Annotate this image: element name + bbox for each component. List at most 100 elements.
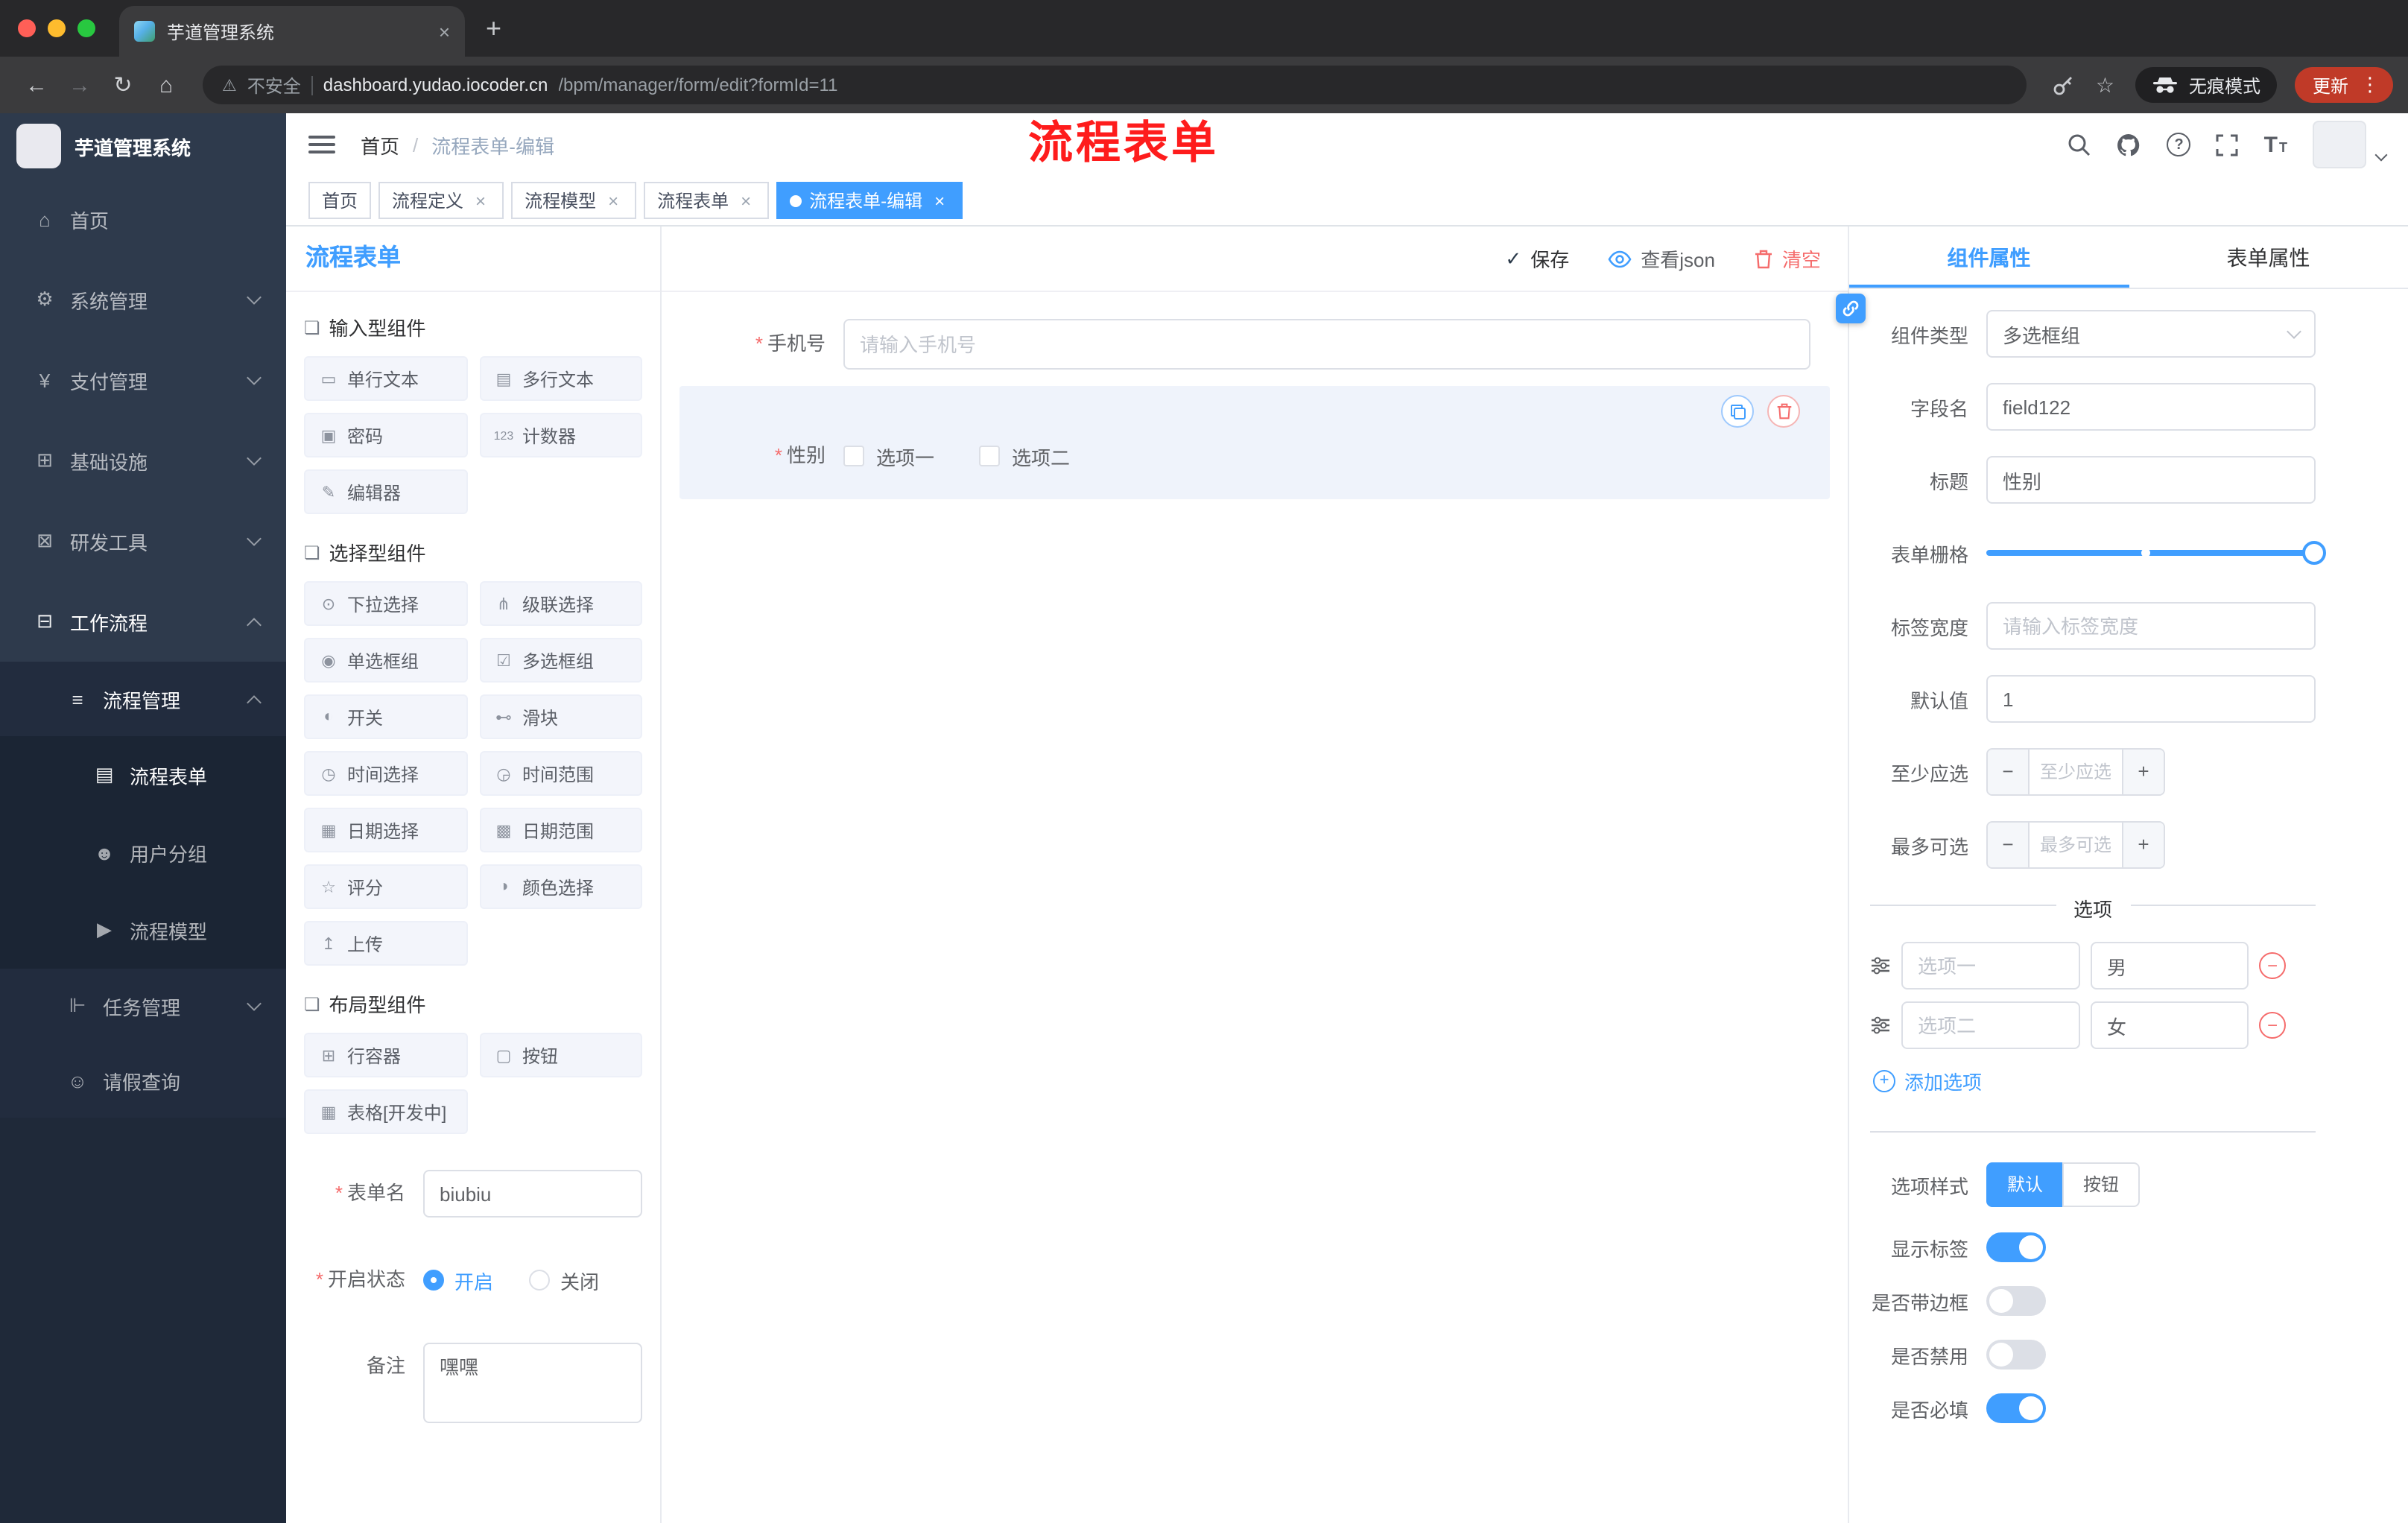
form-remark-textarea[interactable]: 嘿嘿 bbox=[423, 1343, 642, 1423]
avatar[interactable] bbox=[2313, 121, 2366, 168]
gender-option1-checkbox[interactable]: 选项一 bbox=[843, 442, 934, 470]
status-on-radio[interactable]: 开启 bbox=[423, 1266, 493, 1294]
tag-process-form[interactable]: 流程表单 × bbox=[644, 182, 770, 219]
form-name-input[interactable] bbox=[423, 1170, 642, 1218]
sidebar-item-devtools[interactable]: ⊠ 研发工具 bbox=[0, 501, 286, 581]
tab-close-icon[interactable]: × bbox=[439, 22, 450, 41]
sidebar-item-workflow[interactable]: ⊟ 工作流程 bbox=[0, 581, 286, 662]
phone-input[interactable] bbox=[843, 319, 1810, 370]
grid-slider[interactable] bbox=[1986, 529, 2326, 577]
component-rate[interactable]: ☆ 评分 bbox=[304, 864, 467, 909]
component-button[interactable]: ▢ 按钮 bbox=[479, 1033, 642, 1077]
component-date-range[interactable]: ▩ 日期范围 bbox=[479, 808, 642, 852]
home-button[interactable]: ⌂ bbox=[145, 72, 188, 98]
reload-button[interactable]: ↻ bbox=[101, 72, 145, 98]
component-date-picker[interactable]: ▦ 日期选择 bbox=[304, 808, 467, 852]
window-minimize-button[interactable] bbox=[48, 19, 66, 37]
field-name-input[interactable] bbox=[1986, 383, 2316, 431]
add-option-button[interactable]: + 添加选项 bbox=[1873, 1067, 2316, 1095]
stepper-plus-button[interactable]: + bbox=[2122, 750, 2164, 794]
min-select-value[interactable]: 至少应选 bbox=[2030, 750, 2122, 794]
sidebar-item-task-manage[interactable]: ⊩ 任务管理 bbox=[0, 969, 286, 1043]
sidebar-item-infrastructure[interactable]: ⊞ 基础设施 bbox=[0, 420, 286, 501]
style-default-button[interactable]: 默认 bbox=[1986, 1162, 2065, 1207]
component-switch[interactable]: ◐ 开关 bbox=[304, 694, 467, 739]
sidebar-item-system[interactable]: ⚙ 系统管理 bbox=[0, 259, 286, 340]
avatar-caret-icon[interactable] bbox=[2374, 148, 2388, 162]
show-label-toggle[interactable] bbox=[1986, 1232, 2046, 1262]
sidebar-item-user-group[interactable]: ☻ 用户分组 bbox=[0, 814, 286, 891]
window-close-button[interactable] bbox=[18, 19, 36, 37]
sidebar-item-process-form[interactable]: ▤ 流程表单 bbox=[0, 736, 286, 814]
back-button[interactable]: ← bbox=[15, 72, 58, 98]
max-select-value[interactable]: 最多可选 bbox=[2030, 823, 2122, 867]
sidebar-item-leave-query[interactable]: ☺ 请假查询 bbox=[0, 1043, 286, 1118]
component-counter[interactable]: 123 计数器 bbox=[479, 413, 642, 457]
component-password[interactable]: ▣ 密码 bbox=[304, 413, 467, 457]
tag-close-icon[interactable]: × bbox=[736, 191, 755, 209]
forward-button[interactable]: → bbox=[58, 72, 101, 98]
option1-label-input[interactable] bbox=[1901, 942, 2080, 990]
font-size-icon[interactable]: TT bbox=[2264, 132, 2287, 157]
password-key-icon[interactable] bbox=[2053, 74, 2075, 96]
tag-process-form-edit[interactable]: 流程表单-编辑 × bbox=[776, 182, 963, 219]
sidebar-item-process-model[interactable]: ▶ 流程模型 bbox=[0, 891, 286, 969]
option2-label-input[interactable] bbox=[1901, 1001, 2080, 1049]
view-json-button[interactable]: 查看json bbox=[1608, 244, 1715, 273]
component-slider[interactable]: ⊷ 滑块 bbox=[479, 694, 642, 739]
fullscreen-icon[interactable] bbox=[2217, 133, 2239, 156]
tab-component-props[interactable]: 组件属性 bbox=[1849, 227, 2129, 288]
component-cascader[interactable]: ⋔ 级联选择 bbox=[479, 581, 642, 626]
default-value-input[interactable] bbox=[1986, 675, 2316, 723]
disabled-toggle[interactable] bbox=[1986, 1340, 2046, 1370]
bookmark-star-icon[interactable]: ☆ bbox=[2096, 72, 2114, 98]
component-type-select[interactable]: 多选框组 bbox=[1986, 310, 2316, 358]
clear-button[interactable]: 清空 bbox=[1754, 244, 1821, 273]
component-time-picker[interactable]: ◷ 时间选择 bbox=[304, 751, 467, 796]
window-zoom-button[interactable] bbox=[77, 19, 95, 37]
update-button[interactable]: 更新 ⋮ bbox=[2294, 67, 2393, 103]
border-toggle[interactable] bbox=[1986, 1286, 2046, 1316]
stepper-minus-button[interactable]: − bbox=[1988, 823, 2030, 867]
component-checkbox-group[interactable]: ☑ 多选框组 bbox=[479, 638, 642, 683]
component-table[interactable]: ▦ 表格[开发中] bbox=[304, 1089, 467, 1134]
address-bar[interactable]: ⚠ 不安全 dashboard.yudao.iocoder.cn/bpm/man… bbox=[203, 66, 2027, 104]
tab-form-props[interactable]: 表单属性 bbox=[2129, 227, 2408, 288]
browser-menu-icon[interactable]: ⋮ bbox=[2360, 73, 2380, 97]
remove-option-button[interactable]: − bbox=[2259, 952, 2286, 979]
gender-option2-checkbox[interactable]: 选项二 bbox=[979, 442, 1070, 470]
component-row-container[interactable]: ⊞ 行容器 bbox=[304, 1033, 467, 1077]
save-button[interactable]: ✓ 保存 bbox=[1505, 244, 1569, 273]
stepper-plus-button[interactable]: + bbox=[2122, 823, 2164, 867]
help-icon[interactable]: ? bbox=[2167, 133, 2191, 156]
component-multi-line-text[interactable]: ▤ 多行文本 bbox=[479, 356, 642, 401]
component-radio-group[interactable]: ◉ 单选框组 bbox=[304, 638, 467, 683]
tag-process-model[interactable]: 流程模型 × bbox=[511, 182, 637, 219]
breadcrumb-home[interactable]: 首页 bbox=[361, 130, 399, 159]
not-secure-label[interactable]: 不安全 bbox=[247, 72, 301, 98]
drag-handle-icon[interactable] bbox=[1870, 955, 1891, 976]
field-gender-selected[interactable]: * 性别 选项一 选项二 bbox=[679, 386, 1830, 499]
tag-process-definition[interactable]: 流程定义 × bbox=[378, 182, 504, 219]
field-phone[interactable]: * 手机号 bbox=[679, 311, 1830, 377]
sidebar-item-payment[interactable]: ¥ 支付管理 bbox=[0, 340, 286, 420]
link-badge[interactable] bbox=[1836, 294, 1866, 323]
label-width-input[interactable] bbox=[1986, 602, 2316, 650]
github-icon[interactable] bbox=[2117, 132, 2142, 157]
style-button-button[interactable]: 按钮 bbox=[2062, 1162, 2141, 1207]
required-toggle[interactable] bbox=[1986, 1393, 2046, 1423]
component-editor[interactable]: ✎ 编辑器 bbox=[304, 469, 467, 514]
tag-close-icon[interactable]: × bbox=[930, 191, 949, 209]
delete-field-button[interactable] bbox=[1767, 395, 1800, 428]
sidebar-item-home[interactable]: ⌂ 首页 bbox=[0, 179, 286, 259]
stepper-minus-button[interactable]: − bbox=[1988, 750, 2030, 794]
component-single-line-text[interactable]: ▭ 单行文本 bbox=[304, 356, 467, 401]
search-icon[interactable] bbox=[2068, 133, 2091, 156]
option1-value-input[interactable] bbox=[2091, 942, 2249, 990]
browser-tab[interactable]: 芋道管理系统 × bbox=[119, 6, 465, 57]
component-select[interactable]: ⊙ 下拉选择 bbox=[304, 581, 467, 626]
copy-field-button[interactable] bbox=[1721, 395, 1754, 428]
title-input[interactable] bbox=[1986, 456, 2316, 504]
hamburger-icon[interactable] bbox=[308, 136, 335, 153]
tag-close-icon[interactable]: × bbox=[603, 191, 623, 209]
